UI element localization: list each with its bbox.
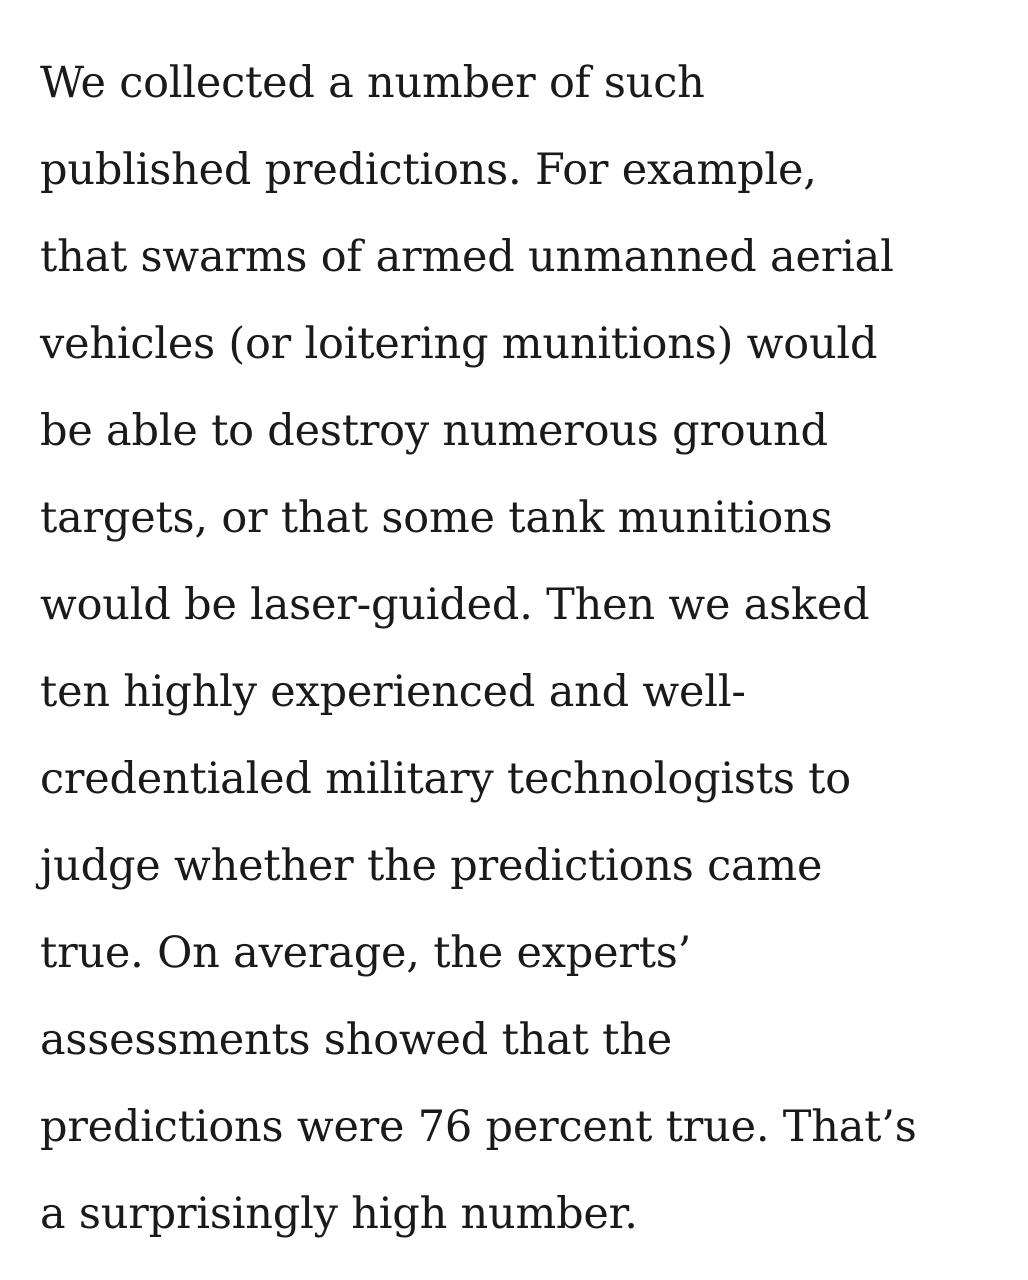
paragraph-line: ten highly experienced and well- — [40, 667, 746, 717]
paragraph-line: targets, or that some tank munitions — [40, 493, 833, 543]
paragraph-line: a surprisingly high number. — [40, 1189, 638, 1239]
paragraph-line: published predictions. For example, — [40, 145, 817, 195]
article-paragraph: We collected a number of such published … — [40, 40, 1000, 1258]
paragraph-line: predictions were 76 percent true. That’s — [40, 1102, 917, 1152]
paragraph-line: assessments showed that the — [40, 1015, 672, 1065]
paragraph-line: would be laser-guided. Then we asked — [40, 580, 870, 630]
paragraph-line: be able to destroy numerous ground — [40, 406, 828, 456]
paragraph-line: We collected a number of such — [40, 58, 705, 108]
paragraph-line: judge whether the predictions came — [40, 841, 823, 891]
paragraph-line: that swarms of armed unmanned aerial — [40, 232, 894, 282]
paragraph-line: vehicles (or loitering munitions) would — [40, 319, 878, 369]
paragraph-line: credentialed military technologists to — [40, 754, 851, 804]
paragraph-line: true. On average, the experts’ — [40, 928, 692, 978]
